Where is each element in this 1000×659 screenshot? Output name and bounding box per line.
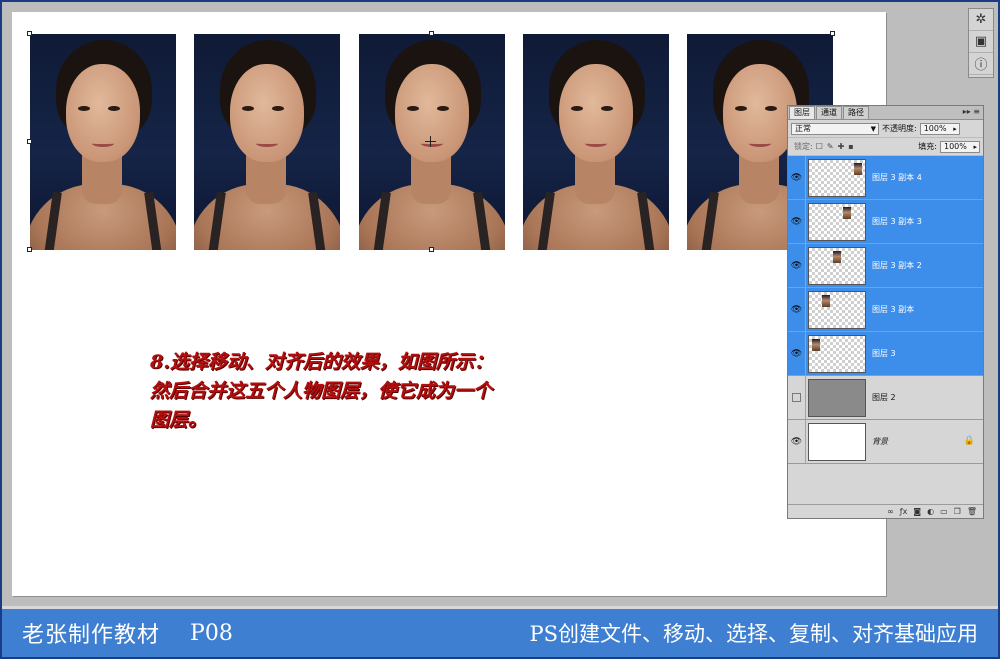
layer-thumbnail: [808, 158, 866, 197]
lock-row: 锁定: ☐ ✎ ✚ ▪ 填充: 100% ▸: [788, 138, 983, 156]
document-canvas[interactable]: 8.选择移动、对齐后的效果，如图所示： 然后合并这五个人物图层，使它成为一个 图…: [12, 12, 886, 596]
instruction-line-2: 然后合并这五个人物图层，使它成为一个: [150, 380, 493, 402]
lock-all-icon[interactable]: ▪: [848, 142, 853, 151]
tab-paths[interactable]: 路径: [843, 106, 869, 119]
link-layers-icon[interactable]: ∞: [887, 507, 894, 516]
footer-banner: 老张制作教材 P08 PS创建文件、移动、选择、复制、对齐基础应用: [2, 606, 998, 657]
panel-menu-icon[interactable]: ▸▸ ≡: [963, 107, 980, 116]
layer-name: 图层 3 副本 3: [872, 217, 922, 226]
eye-icon[interactable]: 👁: [788, 419, 806, 464]
fx-icon[interactable]: ƒx: [900, 507, 908, 516]
chevron-right-icon: ▸: [973, 142, 977, 151]
opacity-value: 100%: [923, 123, 947, 133]
layer-thumbnail: [808, 422, 866, 461]
layer-row[interactable]: 👁 图层 3 副本: [788, 287, 983, 332]
lock-label: 锁定:: [794, 142, 813, 151]
fill-label: 填充:: [918, 142, 937, 151]
layer-thumbnail: [808, 290, 866, 329]
transform-handle[interactable]: [429, 31, 434, 36]
brush-settings-icon[interactable]: ✲: [969, 9, 993, 31]
fill-field[interactable]: 100% ▸: [940, 140, 980, 153]
panel-tabs: 图层 通道 路径 ▸▸ ≡: [788, 106, 983, 120]
portrait-layer-2[interactable]: [194, 34, 340, 250]
instruction-line-3: 图层。: [150, 409, 208, 431]
lock-position-icon[interactable]: ✚: [838, 142, 845, 151]
layer-thumbnail: [808, 246, 866, 285]
eye-icon[interactable]: 👁: [788, 199, 806, 244]
eye-icon[interactable]: 👁: [788, 243, 806, 288]
workspace: 8.选择移动、对齐后的效果，如图所示： 然后合并这五个人物图层，使它成为一个 图…: [2, 2, 998, 606]
transform-handle[interactable]: [830, 31, 835, 36]
banner-page-number: P08: [190, 620, 233, 646]
layer-row[interactable]: 👁 背景 🔒: [788, 419, 983, 464]
fill-value: 100%: [944, 141, 967, 151]
visibility-toggle[interactable]: [788, 375, 806, 420]
layer-row[interactable]: 图层 2: [788, 375, 983, 420]
new-layer-icon[interactable]: ❐: [954, 507, 961, 516]
instruction-text: 8.选择移动、对齐后的效果，如图所示： 然后合并这五个人物图层，使它成为一个 图…: [150, 348, 630, 435]
layer-name: 背景: [872, 437, 888, 446]
layer-list: 👁 图层 3 副本 4 👁 图层 3 副本 3 👁 图层 3 副本 2 👁 图层…: [788, 155, 983, 502]
blend-mode-value: 正常: [795, 123, 811, 133]
layers-panel: 图层 通道 路径 ▸▸ ≡ 正常 ▼ 不透明度: 100% ▸ 锁定: ☐ ✎ …: [787, 105, 984, 519]
layer-name: 图层 2: [872, 393, 896, 402]
opacity-field[interactable]: 100% ▸: [919, 122, 960, 135]
layer-thumbnail: [808, 334, 866, 373]
blend-mode-select[interactable]: 正常 ▼: [791, 122, 879, 135]
transform-handle[interactable]: [429, 247, 434, 252]
layer-name: 图层 3 副本: [872, 305, 915, 314]
banner-author: 老张制作教材: [22, 623, 161, 648]
layer-row[interactable]: 👁 图层 3 副本 3: [788, 199, 983, 244]
panel-dock: ✲ ▣ ⓘ: [968, 8, 994, 78]
instruction-line-1: 8.选择移动、对齐后的效果，如图所示：: [150, 351, 493, 373]
layer-name: 图层 3 副本 2: [872, 261, 922, 270]
chevron-right-icon: ▸: [953, 124, 957, 133]
chevron-down-icon: ▼: [870, 124, 876, 133]
layer-thumbnail: [808, 378, 866, 417]
portrait-layer-4[interactable]: [523, 34, 669, 250]
eye-icon[interactable]: 👁: [788, 155, 806, 200]
layer-row[interactable]: 👁 图层 3: [788, 331, 983, 376]
lock-pixels-icon[interactable]: ✎: [827, 142, 834, 151]
image-icon[interactable]: ▣: [969, 31, 993, 53]
lock-icon: 🔒: [963, 436, 975, 446]
transform-center-icon[interactable]: [425, 136, 436, 147]
transform-handle[interactable]: [27, 31, 32, 36]
banner-title: PS创建文件、移动、选择、复制、对齐基础应用: [529, 622, 978, 646]
mask-icon[interactable]: ◙: [913, 507, 921, 516]
transform-handle[interactable]: [27, 139, 32, 144]
layer-row[interactable]: 👁 图层 3 副本 2: [788, 243, 983, 288]
info-icon[interactable]: ⓘ: [969, 53, 993, 75]
blend-row: 正常 ▼ 不透明度: 100% ▸: [788, 120, 983, 138]
layer-thumbnail: [808, 202, 866, 241]
portrait-layer-1[interactable]: [30, 34, 176, 250]
eye-icon[interactable]: 👁: [788, 287, 806, 332]
lock-transparency-icon[interactable]: ☐: [816, 142, 823, 151]
transform-handle[interactable]: [27, 247, 32, 252]
layer-name: 图层 3 副本 4: [872, 173, 922, 182]
eye-icon[interactable]: 👁: [788, 331, 806, 376]
tab-layers[interactable]: 图层: [789, 106, 815, 119]
tab-channels[interactable]: 通道: [816, 106, 842, 119]
layer-name: 图层 3: [872, 349, 896, 358]
panel-footer: ∞ ƒx ◙ ◐ ▭ ❐ 🗑: [788, 504, 983, 518]
group-icon[interactable]: ▭: [940, 507, 948, 516]
layer-row[interactable]: 👁 图层 3 副本 4: [788, 155, 983, 200]
opacity-label: 不透明度:: [882, 124, 917, 133]
trash-icon[interactable]: 🗑: [967, 507, 977, 516]
adjustment-icon[interactable]: ◐: [927, 507, 934, 516]
